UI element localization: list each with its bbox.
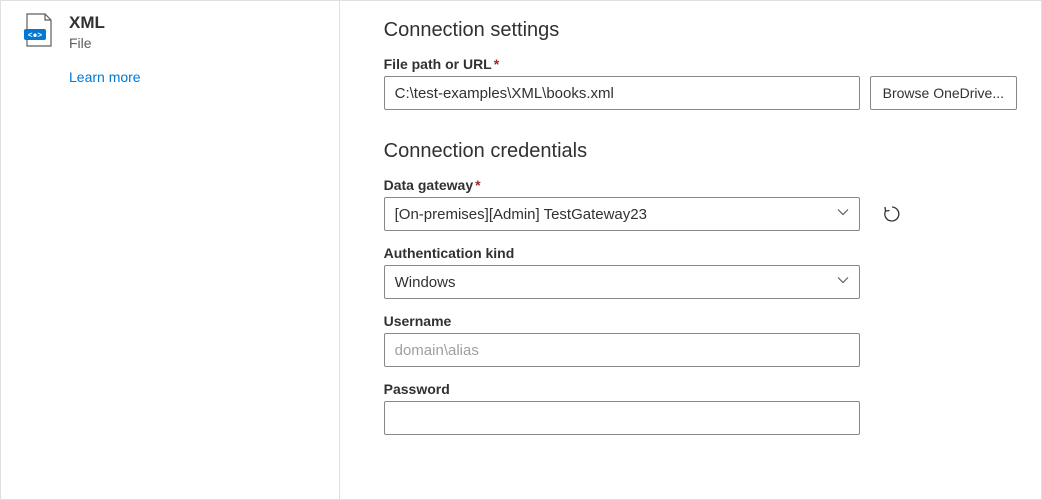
required-indicator: * [475, 177, 480, 193]
username-field: Username [384, 313, 1017, 367]
password-field: Password [384, 381, 1017, 435]
authentication-kind-field: Authentication kind Windows [384, 245, 1017, 299]
source-header: <●> XML File [21, 13, 323, 51]
connection-settings-heading: Connection settings [384, 19, 1017, 42]
browse-onedrive-button[interactable]: Browse OneDrive... [870, 76, 1017, 110]
data-gateway-select[interactable]: [On-premises][Admin] TestGateway23 [384, 197, 860, 231]
username-label: Username [384, 313, 1017, 329]
main-content: Connection settings File path or URL* Br… [340, 1, 1041, 499]
refresh-icon [882, 204, 902, 224]
file-path-field: File path or URL* Browse OneDrive... [384, 56, 1017, 110]
data-gateway-field: Data gateway* [On-premises][Admin] TestG… [384, 177, 1017, 231]
authentication-kind-label: Authentication kind [384, 245, 1017, 261]
sidebar: <●> XML File Learn more [1, 1, 340, 499]
authentication-kind-select[interactable]: Windows [384, 265, 860, 299]
password-label: Password [384, 381, 1017, 397]
file-path-input[interactable] [384, 76, 860, 110]
xml-file-icon: <●> [21, 13, 55, 47]
username-input[interactable] [384, 333, 860, 367]
connection-credentials-heading: Connection credentials [384, 140, 1017, 163]
required-indicator: * [494, 56, 499, 72]
file-path-label: File path or URL* [384, 56, 1017, 72]
refresh-gateway-button[interactable] [878, 200, 906, 228]
data-gateway-label: Data gateway* [384, 177, 1017, 193]
source-subtitle: File [69, 35, 105, 51]
learn-more-link[interactable]: Learn more [69, 69, 323, 85]
source-title: XML [69, 13, 105, 33]
password-input[interactable] [384, 401, 860, 435]
svg-text:<●>: <●> [28, 31, 43, 40]
